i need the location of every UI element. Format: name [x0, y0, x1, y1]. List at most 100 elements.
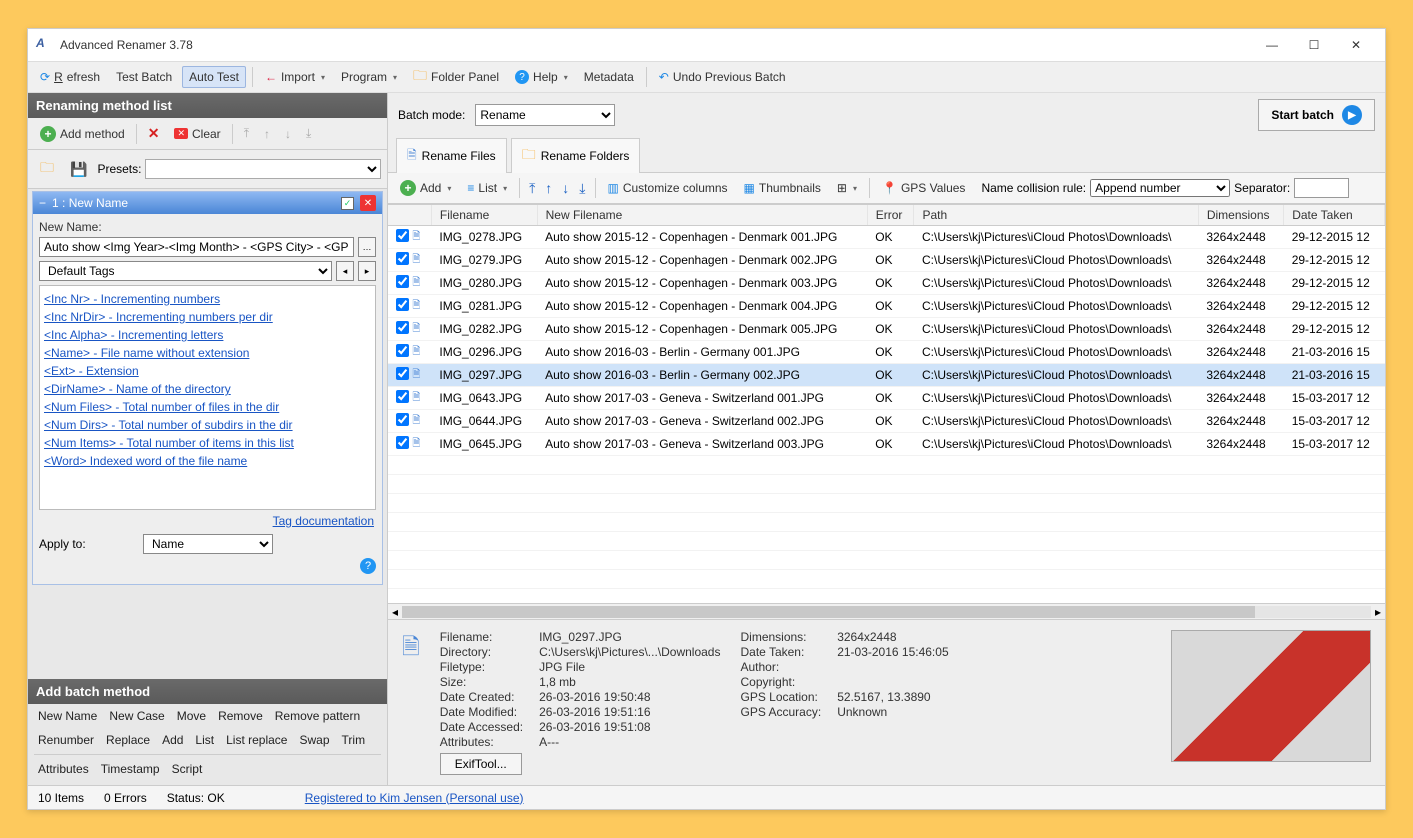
addbatch-remove[interactable]: Remove [214, 707, 267, 725]
presets-select[interactable] [145, 159, 381, 179]
addbatch-script[interactable]: Script [168, 760, 207, 778]
minimize-button[interactable]: — [1251, 31, 1293, 59]
remove-method-button[interactable]: ✕ [142, 122, 166, 145]
table-row[interactable]: 🗎IMG_0643.JPGAuto show 2017-03 - Geneva … [388, 387, 1385, 410]
addbatch-remove-pattern[interactable]: Remove pattern [271, 707, 364, 725]
exiftool-button[interactable]: ExifTool... [440, 753, 522, 775]
open-preset-button[interactable]: 🗀 [34, 154, 60, 184]
thumbnails-button[interactable]: ▦Thumbnails [738, 178, 827, 198]
move-up-button[interactable]: ↑ [542, 180, 555, 196]
move-down-button[interactable]: ↓ [559, 180, 572, 196]
column-path[interactable]: Path [914, 205, 1198, 226]
apply-to-select[interactable]: Name [143, 534, 273, 554]
table-row[interactable]: 🗎IMG_0280.JPGAuto show 2015-12 - Copenha… [388, 272, 1385, 295]
test-batch-button[interactable]: Test Batch [110, 67, 178, 87]
folder-panel-button[interactable]: 🗀Folder Panel [407, 62, 505, 92]
row-checkbox[interactable] [396, 390, 409, 403]
row-checkbox[interactable] [396, 298, 409, 311]
move-down-button[interactable]: ↓ [279, 124, 297, 144]
start-batch-button[interactable]: Start batch ▶ [1258, 99, 1375, 131]
row-checkbox[interactable] [396, 344, 409, 357]
grid-list-button[interactable]: ≡List▾ [461, 178, 513, 198]
column-new-filename[interactable]: New Filename [537, 205, 867, 226]
method-close-button[interactable]: ✕ [360, 195, 376, 211]
move-bottom-button[interactable]: ⤓ [300, 123, 317, 144]
program-button[interactable]: Program▾ [335, 67, 403, 87]
save-preset-button[interactable]: 💾 [64, 158, 93, 181]
horizontal-scrollbar[interactable]: ◂▸ [388, 603, 1385, 619]
tag-link[interactable]: <Num Items> - Total number of items in t… [44, 434, 371, 452]
tags-prev-button[interactable]: ◂ [336, 261, 354, 281]
column-dimensions[interactable]: Dimensions [1198, 205, 1283, 226]
file-grid[interactable]: FilenameNew FilenameErrorPathDimensionsD… [388, 204, 1385, 603]
tag-link[interactable]: <Inc Nr> - Incrementing numbers [44, 290, 371, 308]
tag-link[interactable]: <Word> Indexed word of the file name [44, 452, 371, 470]
gps-values-button[interactable]: 📍GPS Values [876, 178, 971, 198]
name-collision-select[interactable]: Append number [1090, 179, 1230, 197]
tag-link[interactable]: <Inc Alpha> - Incrementing letters [44, 326, 371, 344]
new-name-more-button[interactable]: … [358, 237, 376, 257]
row-checkbox[interactable] [396, 367, 409, 380]
grid-add-button[interactable]: +Add▾ [394, 177, 457, 199]
undo-button[interactable]: ↶Undo Previous Batch [653, 67, 792, 87]
tag-link[interactable]: <Name> - File name without extension [44, 344, 371, 362]
maximize-button[interactable]: ☐ [1293, 31, 1335, 59]
row-checkbox[interactable] [396, 229, 409, 242]
collapse-icon[interactable]: − [39, 196, 46, 210]
clear-methods-button[interactable]: ✕Clear [168, 124, 226, 144]
addbatch-replace[interactable]: Replace [102, 731, 154, 749]
tag-link[interactable]: <Inc NrDir> - Incrementing numbers per d… [44, 308, 371, 326]
addbatch-list[interactable]: List [191, 731, 218, 749]
addbatch-new-name[interactable]: New Name [34, 707, 101, 725]
tags-next-button[interactable]: ▸ [358, 261, 376, 281]
table-row[interactable]: 🗎IMG_0279.JPGAuto show 2015-12 - Copenha… [388, 249, 1385, 272]
customize-columns-button[interactable]: ▥Customize columns [602, 178, 734, 198]
help-button[interactable]: ?Help▾ [509, 67, 574, 87]
move-top-button[interactable]: ⤒ [238, 123, 255, 144]
tags-category-select[interactable]: Default Tags [39, 261, 332, 281]
table-row[interactable]: 🗎IMG_0278.JPGAuto show 2015-12 - Copenha… [388, 226, 1385, 249]
row-checkbox[interactable] [396, 275, 409, 288]
column-date-taken[interactable]: Date Taken [1284, 205, 1385, 226]
row-checkbox[interactable] [396, 436, 409, 449]
separator-input[interactable] [1294, 178, 1349, 198]
addbatch-move[interactable]: Move [173, 707, 210, 725]
column-filename[interactable]: Filename [431, 205, 537, 226]
addbatch-renumber[interactable]: Renumber [34, 731, 98, 749]
row-checkbox[interactable] [396, 252, 409, 265]
addbatch-trim[interactable]: Trim [338, 731, 370, 749]
tag-list[interactable]: <Inc Nr> - Incrementing numbers<Inc NrDi… [39, 285, 376, 510]
table-row[interactable]: 🗎IMG_0297.JPGAuto show 2016-03 - Berlin … [388, 364, 1385, 387]
addbatch-list-replace[interactable]: List replace [222, 731, 291, 749]
table-row[interactable]: 🗎IMG_0281.JPGAuto show 2015-12 - Copenha… [388, 295, 1385, 318]
method-item-header[interactable]: − 1 : New Name ✓ ✕ [33, 192, 382, 214]
addbatch-swap[interactable]: Swap [295, 731, 333, 749]
addbatch-new-case[interactable]: New Case [105, 707, 168, 725]
grid-size-button[interactable]: ⊞▾ [831, 178, 863, 198]
tag-documentation-link[interactable]: Tag documentation [273, 514, 374, 528]
table-row[interactable]: 🗎IMG_0645.JPGAuto show 2017-03 - Geneva … [388, 433, 1385, 456]
method-enabled-checkbox[interactable]: ✓ [341, 197, 354, 210]
table-row[interactable]: 🗎IMG_0282.JPGAuto show 2015-12 - Copenha… [388, 318, 1385, 341]
move-top-button[interactable]: ⤒ [526, 180, 538, 197]
add-method-button[interactable]: +Add method [34, 123, 131, 145]
metadata-button[interactable]: Metadata [578, 67, 640, 87]
tag-link[interactable]: <Num Files> - Total number of files in t… [44, 398, 371, 416]
tag-link[interactable]: <Ext> - Extension [44, 362, 371, 380]
addbatch-add[interactable]: Add [158, 731, 187, 749]
method-help-button[interactable]: ? [360, 558, 376, 574]
refresh-button[interactable]: ⟳RRefreshefresh [34, 67, 106, 87]
move-bottom-button[interactable]: ⤓ [576, 180, 588, 197]
auto-test-button[interactable]: Auto Test [182, 66, 246, 88]
new-name-input[interactable] [39, 237, 354, 257]
tab-rename-folders[interactable]: 🗀Rename Folders [511, 138, 641, 173]
move-up-button[interactable]: ↑ [258, 124, 276, 144]
batch-mode-select[interactable]: Rename [475, 104, 615, 126]
import-button[interactable]: ←Import▾ [259, 67, 331, 87]
addbatch-attributes[interactable]: Attributes [34, 760, 93, 778]
table-row[interactable]: 🗎IMG_0644.JPGAuto show 2017-03 - Geneva … [388, 410, 1385, 433]
addbatch-timestamp[interactable]: Timestamp [97, 760, 164, 778]
column-error[interactable]: Error [867, 205, 914, 226]
tab-rename-files[interactable]: 🗎Rename Files [396, 138, 507, 173]
registered-link[interactable]: Registered to Kim Jensen (Personal use) [305, 791, 524, 805]
